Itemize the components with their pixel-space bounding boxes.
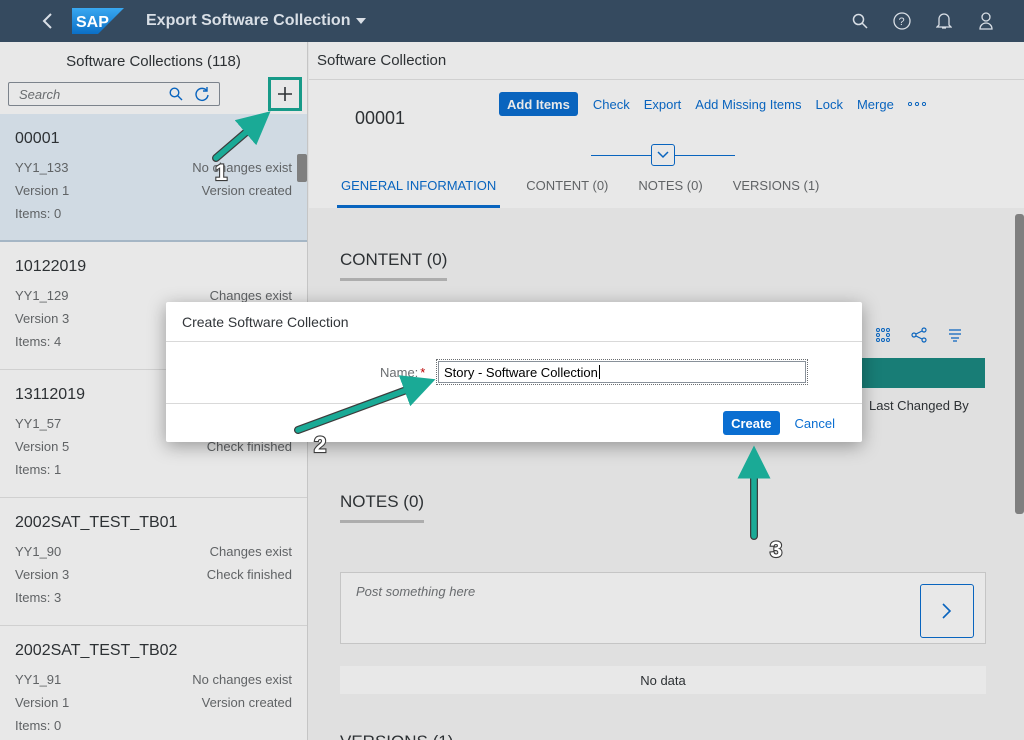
name-input-value: Story - Software Collection	[444, 364, 598, 380]
svg-text:?: ?	[899, 16, 905, 28]
create-collection-dialog: Create Software Collection Name: * Story …	[166, 302, 862, 442]
app-title: Export Software Collection	[146, 12, 351, 29]
text-caret	[598, 365, 600, 379]
chevron-down-icon	[356, 18, 367, 24]
name-input[interactable]: Story - Software Collection	[436, 359, 808, 385]
dialog-footer: Create Cancel	[166, 404, 862, 442]
user-icon[interactable]	[976, 11, 996, 31]
required-indicator: *	[420, 365, 426, 380]
dialog-title: Create Software Collection	[166, 302, 862, 342]
cancel-button[interactable]: Cancel	[788, 411, 842, 435]
create-button[interactable]: Create	[723, 411, 780, 435]
name-label: Name: *	[380, 365, 425, 380]
svg-text:SAP: SAP	[76, 14, 109, 31]
search-icon[interactable]	[850, 11, 870, 31]
notifications-icon[interactable]	[934, 11, 954, 31]
app-title-menu[interactable]: Export Software Collection	[146, 12, 367, 30]
help-icon[interactable]: ?	[892, 11, 912, 31]
shell-bar: SAP Export Software Collection ?	[0, 0, 1024, 42]
back-icon[interactable]	[28, 0, 68, 42]
sap-logo[interactable]: SAP	[72, 8, 124, 34]
name-label-text: Name:	[380, 365, 419, 380]
